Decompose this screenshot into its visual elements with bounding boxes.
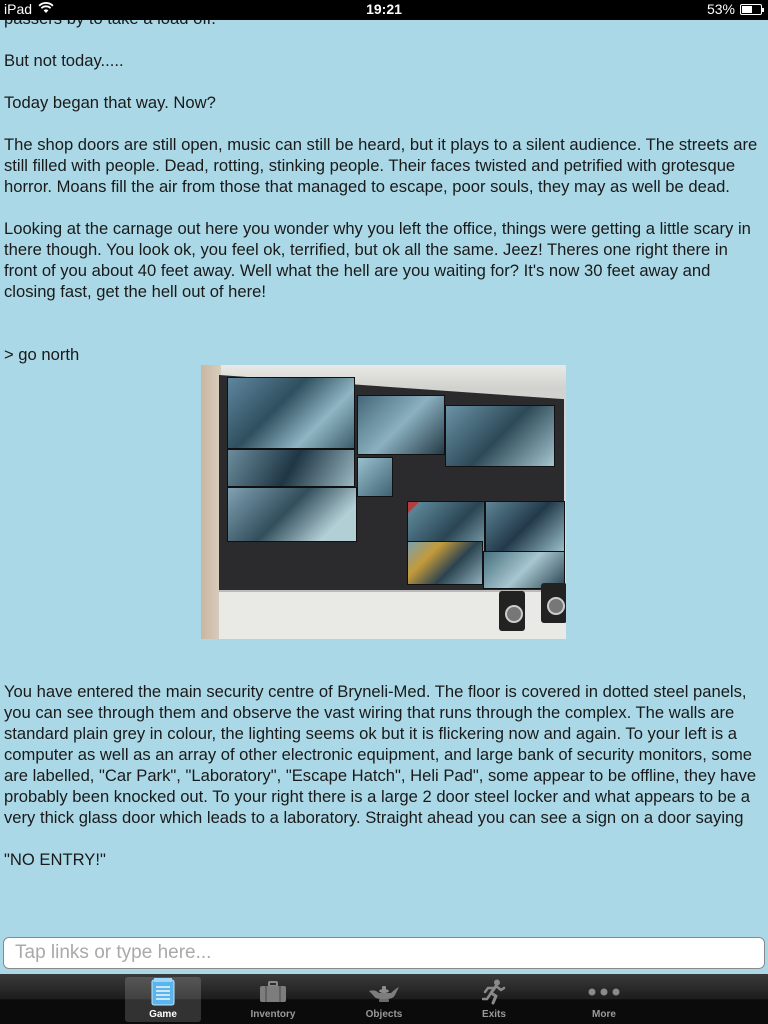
tab-objects[interactable]: Objects: [346, 977, 422, 1022]
story-cut-line: passers by to take a load off.: [4, 20, 764, 29]
monitor-screen: [485, 501, 565, 553]
more-dots-icon: [566, 977, 642, 1007]
tab-label: Exits: [482, 1009, 506, 1020]
tab-more[interactable]: More: [566, 977, 642, 1022]
tab-label: Inventory: [250, 1009, 296, 1020]
monitor-screen: [227, 377, 355, 449]
monitor-screen: [227, 487, 357, 542]
story-content: passers by to take a load off. But not t…: [4, 20, 764, 891]
speaker: [499, 591, 525, 631]
story-view[interactable]: passers by to take a load off. But not t…: [0, 20, 768, 934]
player-command: > go north: [4, 345, 80, 364]
status-bar: iPad 19:21 53%: [0, 0, 768, 20]
tab-inventory[interactable]: Inventory: [235, 977, 311, 1022]
tab-label: More: [592, 1009, 616, 1020]
tab-game[interactable]: Game: [125, 977, 201, 1022]
monitor-screen: [445, 405, 555, 467]
command-input-container: [3, 937, 765, 969]
lamp-icon: [346, 977, 422, 1007]
monitor-screen: [357, 395, 445, 455]
status-right: 53%: [706, 1, 764, 17]
briefcase-icon: [235, 977, 311, 1007]
security-monitors-image: [201, 365, 566, 639]
command-input[interactable]: [4, 938, 764, 968]
monitor-screen: [357, 457, 393, 497]
tab-bar: Game Inventory Objects Exits More: [0, 974, 768, 1024]
tab-label: Game: [149, 1009, 177, 1020]
monitor-screen: [227, 449, 355, 487]
story-paragraph: You have entered the main security centr…: [4, 682, 757, 827]
story-paragraph: But not today.....: [4, 51, 124, 70]
tab-label: Objects: [365, 1009, 403, 1020]
battery-icon: [740, 3, 764, 15]
notepad-icon: [125, 977, 201, 1007]
story-paragraph: "NO ENTRY!": [4, 850, 106, 869]
story-paragraph: Looking at the carnage out here you wond…: [4, 219, 751, 301]
story-paragraph: Today began that way. Now?: [4, 93, 216, 112]
clock: 19:21: [366, 1, 402, 17]
monitor-screen: [407, 541, 483, 585]
battery-fill: [742, 5, 752, 13]
left-wall: [201, 365, 221, 639]
tab-exits[interactable]: Exits: [456, 977, 532, 1022]
story-paragraph: The shop doors are still open, music can…: [4, 135, 758, 196]
battery-percent: 53%: [706, 1, 735, 17]
speaker: [541, 583, 566, 623]
running-man-icon: [456, 977, 532, 1007]
